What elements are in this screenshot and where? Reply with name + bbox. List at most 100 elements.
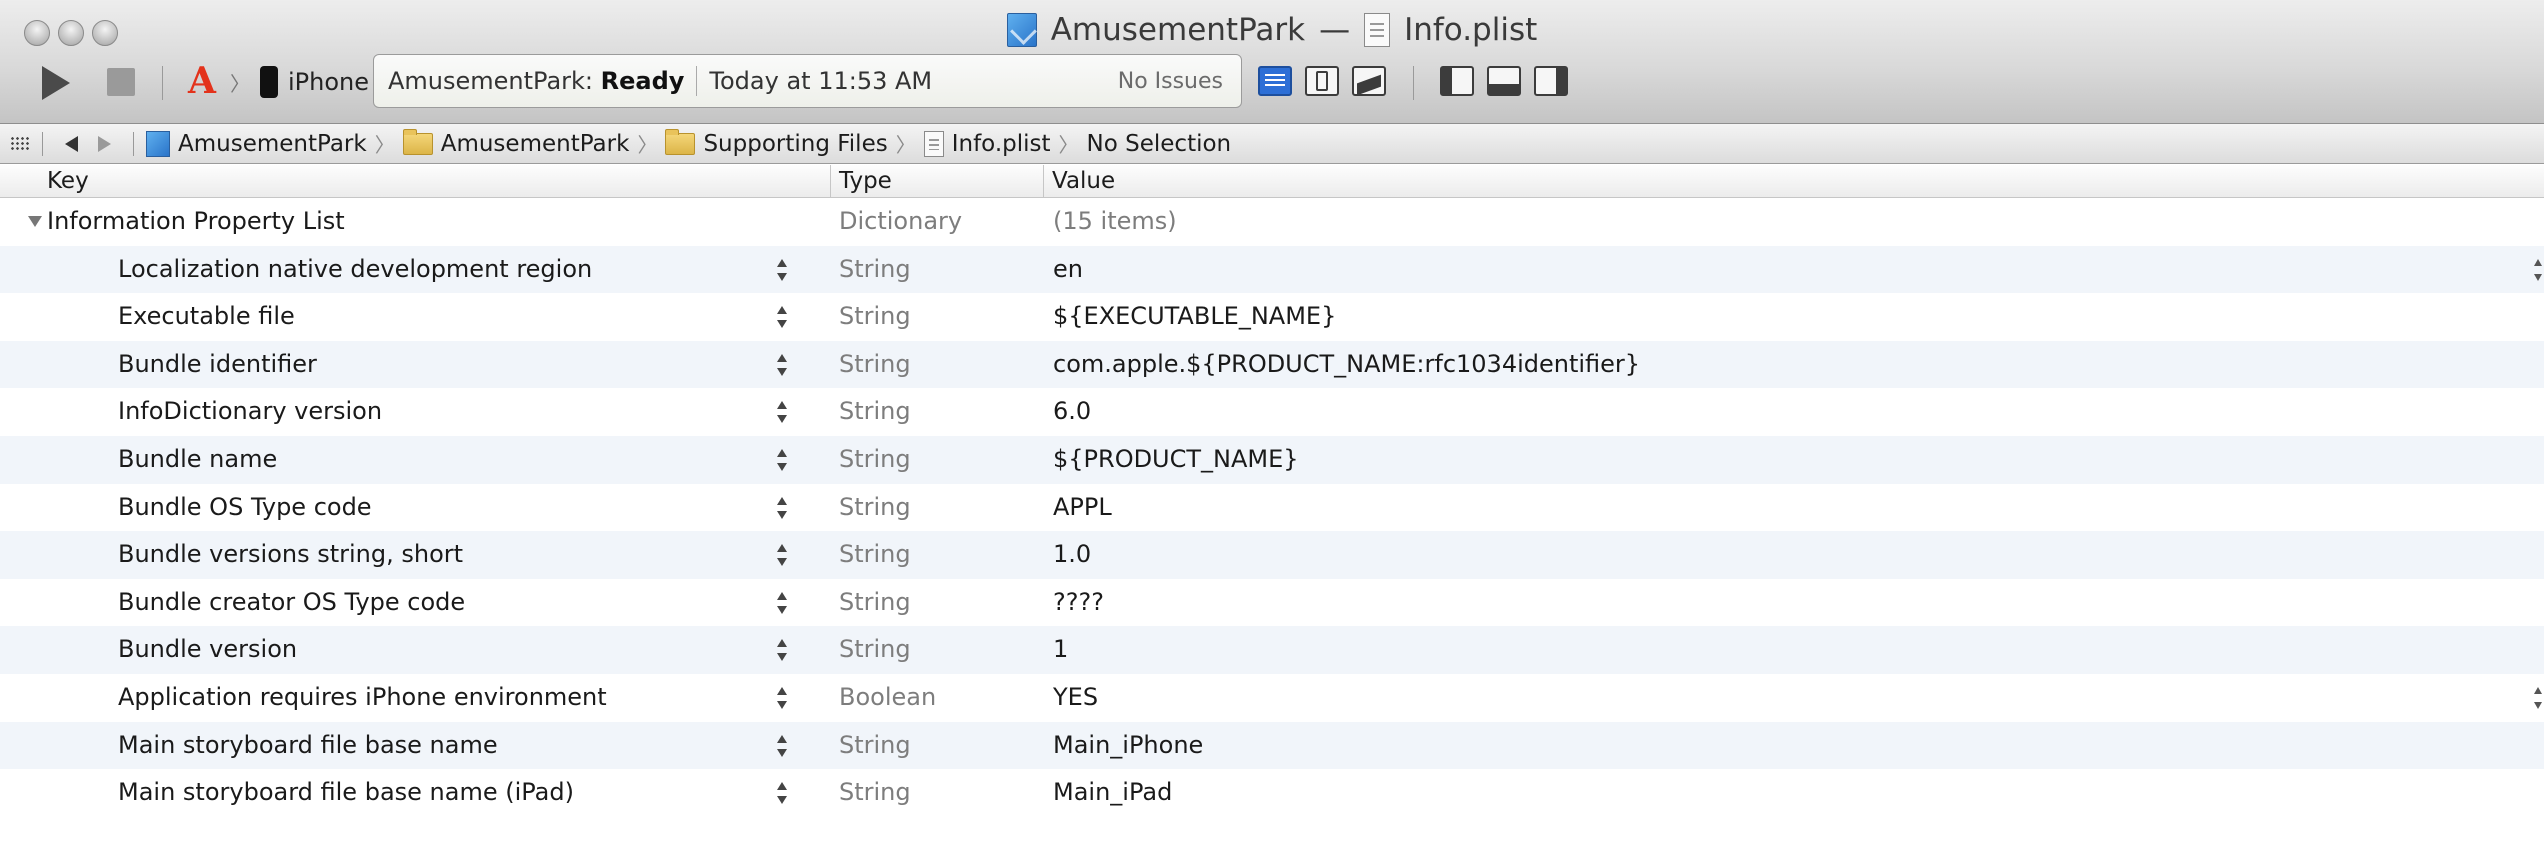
row-value[interactable]: en [1053,246,1083,294]
row-type: Dictionary [839,207,963,235]
breadcrumb-project[interactable]: AmusementPark [146,130,367,157]
root-row[interactable]: Information Property List Dictionary (15… [0,198,2544,246]
plist-row[interactable]: Bundle identifier String com.apple.${PRODU… [0,340,2544,389]
row-value: (15 items) [1053,207,1177,235]
row-key[interactable]: Bundle name [118,436,277,484]
row-value[interactable]: ${EXECUTABLE_NAME} [1053,293,1336,341]
zoom-window-button[interactable] [92,20,118,46]
version-editor-button[interactable] [1352,66,1386,96]
row-key[interactable]: Bundle OS Type code [118,484,372,532]
plist-file-icon [923,130,944,157]
column-header: Key Type Value [0,165,2544,198]
key-stepper-icon[interactable] [777,734,787,757]
back-arrow-icon[interactable] [65,135,78,152]
row-key[interactable]: Executable file [118,293,295,341]
key-stepper-icon[interactable] [777,258,787,281]
column-header-type[interactable]: Type [830,165,892,198]
breadcrumb-selection[interactable]: No Selection [1087,131,1232,157]
row-type[interactable]: String [839,293,911,341]
breadcrumb-supporting-files[interactable]: Supporting Files [665,128,888,157]
plist-row[interactable]: Bundle version String 1 [0,626,2544,674]
plist-row[interactable]: Application requires iPhone environment B… [0,674,2544,722]
row-type[interactable]: Boolean [839,674,936,722]
window-title-separator: — [1319,12,1351,48]
navigator-toggle-button[interactable] [1440,66,1474,96]
row-value[interactable]: 6.0 [1053,388,1091,436]
plist-row[interactable]: Bundle versions string, short String 1.0 [0,531,2544,579]
row-value[interactable]: 1.0 [1053,531,1091,579]
breadcrumb-label: No Selection [1086,130,1232,157]
column-header-value[interactable]: Value [1043,165,1115,198]
plist-row[interactable]: Bundle name String ${PRODUCT_NAME} [0,435,2544,484]
close-window-button[interactable] [24,20,50,46]
plist-row[interactable]: Bundle creator OS Type code String???? [0,579,2544,627]
row-value[interactable]: ???? [1053,579,1104,627]
row-key[interactable]: Bundle identifier [118,341,317,389]
key-stepper-icon[interactable] [777,639,787,662]
row-type[interactable]: String [839,246,911,294]
row-type[interactable]: String [839,579,911,627]
row-value[interactable]: Main_iPad [1053,769,1172,817]
breadcrumb-label: Info.plist [951,130,1051,157]
value-stepper-icon[interactable] [2534,258,2542,281]
plist-row[interactable]: Executable file String ${EXECUTABLE_NAME} [0,293,2544,341]
debug-area-toggle-button[interactable] [1487,66,1521,96]
utilities-toggle-button[interactable] [1534,66,1568,96]
breadcrumb-group[interactable]: AmusementPark [402,128,629,157]
row-type[interactable]: String [839,436,911,484]
row-type[interactable]: String [839,484,911,532]
forward-arrow-icon[interactable] [98,135,111,152]
row-type[interactable]: String [839,531,911,579]
row-key: Information Property List [47,207,345,235]
row-key[interactable]: Bundle version [118,626,297,674]
plist-row[interactable]: Main storyboard file base name (iPad) Str… [0,769,2544,817]
key-stepper-icon[interactable] [777,544,787,567]
breadcrumb-file[interactable]: Info.plist [923,130,1051,157]
key-stepper-icon[interactable] [777,591,787,614]
chevron-right-icon: 〉 [637,133,658,157]
plist-row[interactable]: Main storyboard file base name String Main… [0,721,2544,770]
row-type[interactable]: String [839,388,911,436]
row-value[interactable]: YES [1053,674,1098,722]
plist-row[interactable]: Localization native development region St… [0,245,2544,294]
row-type[interactable]: String [839,341,911,389]
minimize-window-button[interactable] [58,20,84,46]
key-stepper-icon[interactable] [777,306,787,329]
key-stepper-icon[interactable] [777,353,787,376]
row-key[interactable]: Main storyboard file base name [118,722,498,770]
status-project: AmusementPark: Ready [388,67,685,95]
stop-button[interactable] [107,68,135,96]
folder-icon [402,128,433,155]
row-key[interactable]: Localization native development region [118,246,592,294]
row-value[interactable]: 1 [1053,626,1068,674]
value-stepper-icon[interactable] [2534,686,2542,709]
related-items-icon[interactable] [10,135,30,152]
standard-editor-button[interactable] [1258,66,1292,96]
run-button[interactable] [42,66,70,100]
plist-row[interactable]: InfoDictionary version String 6.0 [0,388,2544,436]
row-value[interactable]: ${PRODUCT_NAME} [1053,436,1299,484]
row-key[interactable]: Bundle versions string, short [118,531,463,579]
breadcrumb-label: Supporting Files [703,130,888,157]
row-key[interactable]: InfoDictionary version [118,388,382,436]
row-key[interactable]: Bundle creator OS Type code [118,579,465,627]
key-stepper-icon[interactable] [777,448,787,471]
row-type[interactable]: String [839,626,911,674]
row-key[interactable]: Main storyboard file base name (iPad) [118,769,574,817]
column-header-key[interactable]: Key [47,165,89,198]
key-stepper-icon[interactable] [777,686,787,709]
status-issues[interactable]: No Issues [1118,69,1241,94]
row-key[interactable]: Application requires iPhone environment [118,674,607,722]
key-stepper-icon[interactable] [777,496,787,519]
disclosure-triangle-icon[interactable] [28,216,42,227]
key-stepper-icon[interactable] [777,401,787,424]
row-type[interactable]: String [839,769,911,817]
key-stepper-icon[interactable] [777,782,787,805]
row-type[interactable]: String [839,722,911,770]
scheme-selector[interactable]: A 〉 iPhone [186,61,369,102]
row-value[interactable]: com.apple.${PRODUCT_NAME:rfc1034identifi… [1053,341,1640,389]
row-value[interactable]: APPL [1053,484,1112,532]
assistant-editor-button[interactable] [1305,66,1339,96]
plist-row[interactable]: Bundle OS Type code String APPL [0,484,2544,532]
row-value[interactable]: Main_iPhone [1053,722,1203,770]
